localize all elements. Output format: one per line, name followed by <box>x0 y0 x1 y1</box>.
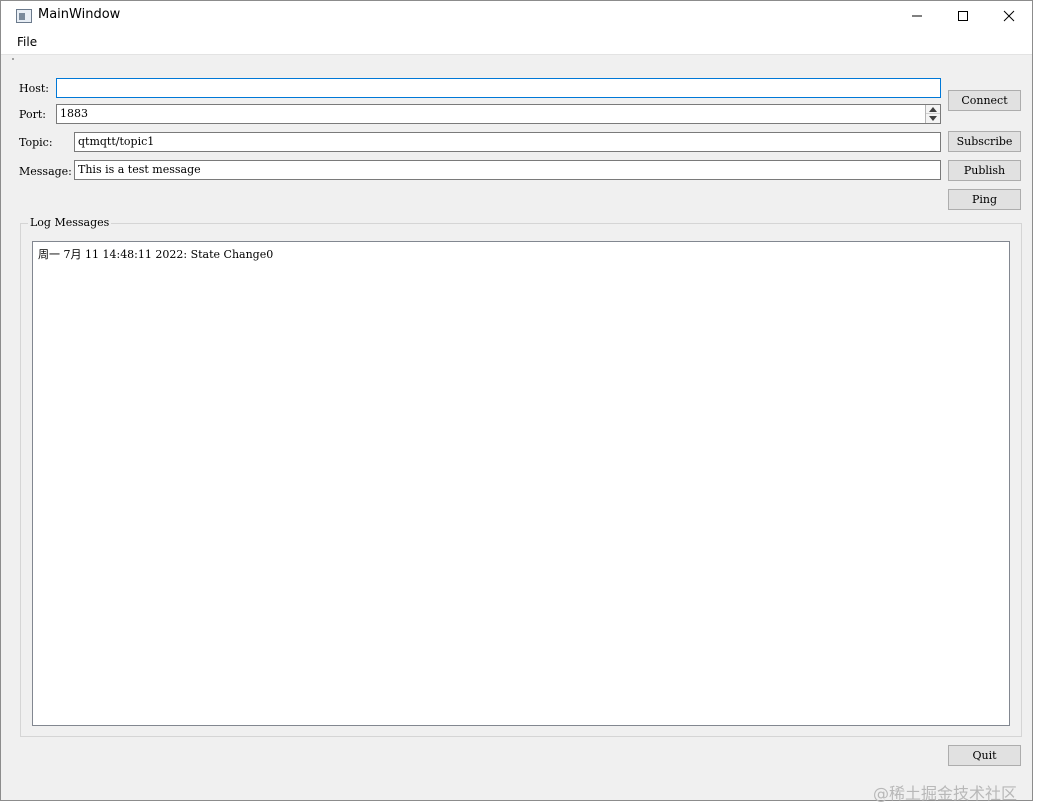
close-icon <box>1003 10 1015 22</box>
toolbar-area <box>1 54 1032 63</box>
toolbar-handle[interactable] <box>12 58 14 60</box>
arrow-up-icon <box>929 107 937 112</box>
message-label: Message: <box>19 165 72 178</box>
message-input[interactable]: This is a test message <box>74 160 941 180</box>
log-line: 周一 7月 11 14:48:11 2022: State Change0 <box>38 248 274 261</box>
main-window: MainWindow File Host: Port: 1883 Connect… <box>0 0 1033 801</box>
topic-label: Topic: <box>19 136 53 149</box>
host-input[interactable] <box>56 78 941 98</box>
port-spin-buttons <box>925 105 940 123</box>
window-title: MainWindow <box>38 7 121 22</box>
spin-down-button[interactable] <box>926 114 940 123</box>
minimize-icon <box>912 15 922 17</box>
quit-button[interactable]: Quit <box>948 745 1021 766</box>
menu-bar: File <box>1 31 1032 54</box>
minimize-button[interactable] <box>894 1 940 31</box>
maximize-button[interactable] <box>940 1 986 31</box>
host-label: Host: <box>19 82 49 95</box>
ping-button[interactable]: Ping <box>948 189 1021 210</box>
maximize-icon <box>958 11 968 21</box>
topic-input[interactable]: qtmqtt/topic1 <box>74 132 941 152</box>
publish-button[interactable]: Publish <box>948 160 1021 181</box>
port-spinbox[interactable]: 1883 <box>56 104 941 124</box>
title-bar: MainWindow <box>1 1 1032 31</box>
watermark: @稀土掘金技术社区 <box>873 784 1018 803</box>
port-label: Port: <box>19 108 46 121</box>
arrow-down-icon <box>929 116 937 121</box>
connect-button[interactable]: Connect <box>948 90 1021 111</box>
spin-up-button[interactable] <box>926 105 940 114</box>
subscribe-button[interactable]: Subscribe <box>948 131 1021 152</box>
app-window-icon <box>16 9 32 23</box>
menu-file[interactable]: File <box>17 35 37 49</box>
log-messages-title: Log Messages <box>28 216 112 230</box>
close-button[interactable] <box>986 1 1032 31</box>
log-text-area[interactable]: 周一 7月 11 14:48:11 2022: State Change0 <box>32 241 1010 726</box>
port-value: 1883 <box>60 107 88 120</box>
